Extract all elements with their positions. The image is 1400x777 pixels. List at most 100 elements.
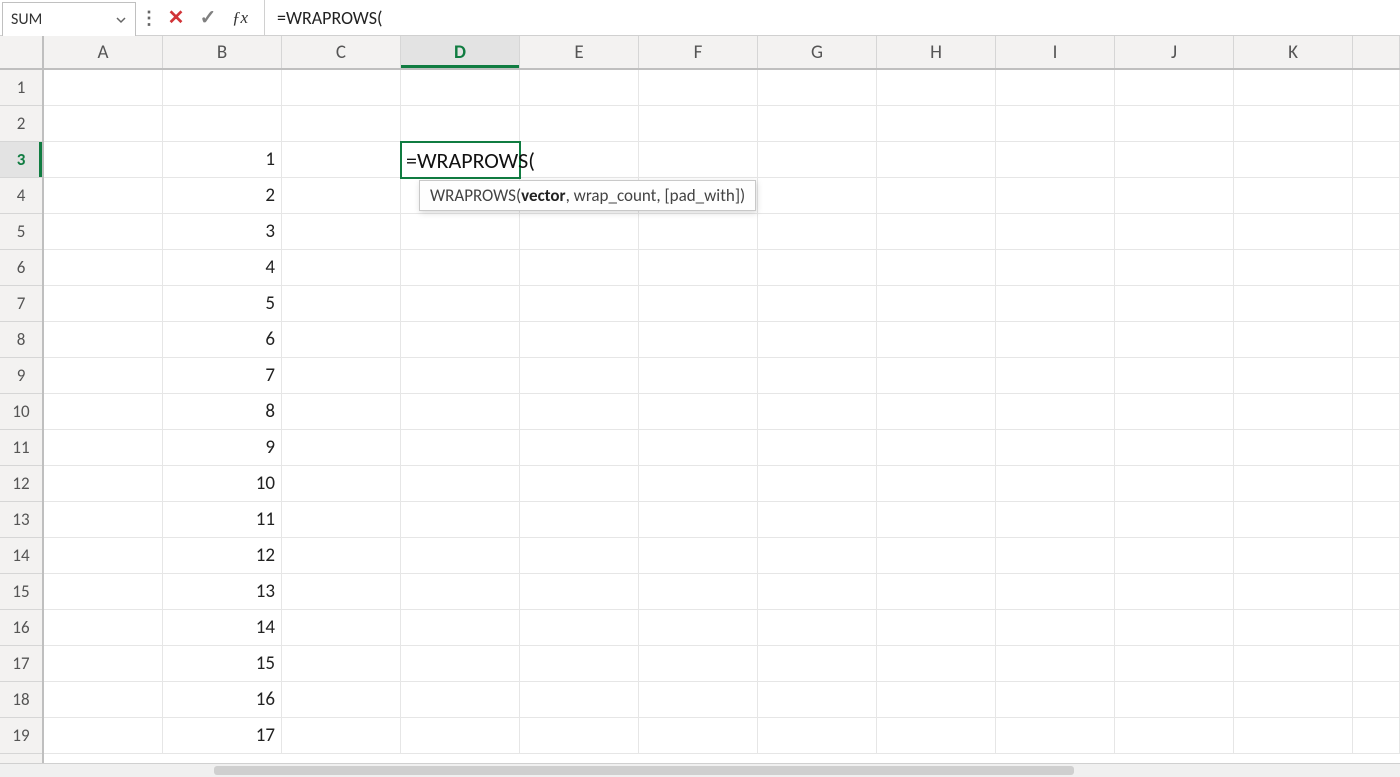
hscroll-track[interactable] [44, 766, 1400, 775]
cell-E17[interactable] [520, 646, 639, 682]
row-header-12[interactable]: 12 [0, 466, 42, 502]
cells-area[interactable]: 1234567891011121314151617 =WRAPROWS( WRA… [44, 70, 1400, 763]
cell-E2[interactable] [520, 106, 639, 142]
cell-B10[interactable]: 8 [163, 394, 282, 430]
cell-E7[interactable] [520, 286, 639, 322]
cell-G16[interactable] [758, 610, 877, 646]
cell-G18[interactable] [758, 682, 877, 718]
cell-A19[interactable] [44, 718, 163, 754]
cell-G7[interactable] [758, 286, 877, 322]
cell-I17[interactable] [996, 646, 1115, 682]
cell-C12[interactable] [282, 466, 401, 502]
row-header-8[interactable]: 8 [0, 322, 42, 358]
cell-C3[interactable] [282, 142, 401, 178]
cell-C15[interactable] [282, 574, 401, 610]
cell-A9[interactable] [44, 358, 163, 394]
cell-J8[interactable] [1115, 322, 1234, 358]
cell-I15[interactable] [996, 574, 1115, 610]
cell-A4[interactable] [44, 178, 163, 214]
cell-A11[interactable] [44, 430, 163, 466]
cell-G1[interactable] [758, 70, 877, 106]
cell-D9[interactable] [401, 358, 520, 394]
cell-E3[interactable] [520, 142, 639, 178]
cell-B3[interactable]: 1 [163, 142, 282, 178]
cell-C13[interactable] [282, 502, 401, 538]
cell-B14[interactable]: 12 [163, 538, 282, 574]
cell-B16[interactable]: 14 [163, 610, 282, 646]
cell-H4[interactable] [877, 178, 996, 214]
cell-D7[interactable] [401, 286, 520, 322]
cell-H10[interactable] [877, 394, 996, 430]
cell-F12[interactable] [639, 466, 758, 502]
cell-K16[interactable] [1234, 610, 1353, 646]
cell-A17[interactable] [44, 646, 163, 682]
cell-G15[interactable] [758, 574, 877, 610]
cell-D2[interactable] [401, 106, 520, 142]
column-header-G[interactable]: G [758, 36, 877, 68]
cell-B18[interactable]: 16 [163, 682, 282, 718]
cell-J19[interactable] [1115, 718, 1234, 754]
cell-C5[interactable] [282, 214, 401, 250]
cell-I11[interactable] [996, 430, 1115, 466]
hscroll-thumb[interactable] [214, 766, 1074, 775]
select-all-corner[interactable] [0, 36, 44, 68]
cell-C7[interactable] [282, 286, 401, 322]
cell-F17[interactable] [639, 646, 758, 682]
row-header-10[interactable]: 10 [0, 394, 42, 430]
row-header-3[interactable]: 3 [0, 142, 42, 178]
cell-C10[interactable] [282, 394, 401, 430]
cell-B4[interactable]: 2 [163, 178, 282, 214]
cell-J3[interactable] [1115, 142, 1234, 178]
cell-D13[interactable] [401, 502, 520, 538]
row-header-9[interactable]: 9 [0, 358, 42, 394]
row-header-18[interactable]: 18 [0, 682, 42, 718]
cell-I9[interactable] [996, 358, 1115, 394]
cell-A13[interactable] [44, 502, 163, 538]
cell-J5[interactable] [1115, 214, 1234, 250]
cell-B5[interactable]: 3 [163, 214, 282, 250]
cell-I12[interactable] [996, 466, 1115, 502]
cell-B2[interactable] [163, 106, 282, 142]
cell-D1[interactable] [401, 70, 520, 106]
cell-H12[interactable] [877, 466, 996, 502]
cell-K2[interactable] [1234, 106, 1353, 142]
cell-I3[interactable] [996, 142, 1115, 178]
cell-F7[interactable] [639, 286, 758, 322]
row-header-16[interactable]: 16 [0, 610, 42, 646]
column-header-J[interactable]: J [1115, 36, 1234, 68]
cell-J16[interactable] [1115, 610, 1234, 646]
cell-J15[interactable] [1115, 574, 1234, 610]
cell-E11[interactable] [520, 430, 639, 466]
cell-B12[interactable]: 10 [163, 466, 282, 502]
cell-H13[interactable] [877, 502, 996, 538]
cell-G10[interactable] [758, 394, 877, 430]
cell-G14[interactable] [758, 538, 877, 574]
cell-J4[interactable] [1115, 178, 1234, 214]
column-header-H[interactable]: H [877, 36, 996, 68]
cell-E1[interactable] [520, 70, 639, 106]
cell-H1[interactable] [877, 70, 996, 106]
cell-K18[interactable] [1234, 682, 1353, 718]
cell-I1[interactable] [996, 70, 1115, 106]
cell-D11[interactable] [401, 430, 520, 466]
cell-K19[interactable] [1234, 718, 1353, 754]
row-header-11[interactable]: 11 [0, 430, 42, 466]
cell-I4[interactable] [996, 178, 1115, 214]
cell-J1[interactable] [1115, 70, 1234, 106]
cell-I6[interactable] [996, 250, 1115, 286]
cell-H14[interactable] [877, 538, 996, 574]
cell-I5[interactable] [996, 214, 1115, 250]
cell-J12[interactable] [1115, 466, 1234, 502]
cell-G17[interactable] [758, 646, 877, 682]
cell-J6[interactable] [1115, 250, 1234, 286]
row-header-4[interactable]: 4 [0, 178, 42, 214]
cell-D8[interactable] [401, 322, 520, 358]
cell-H3[interactable] [877, 142, 996, 178]
cell-B8[interactable]: 6 [163, 322, 282, 358]
cell-A5[interactable] [44, 214, 163, 250]
cell-D5[interactable] [401, 214, 520, 250]
cell-C1[interactable] [282, 70, 401, 106]
cell-H18[interactable] [877, 682, 996, 718]
cell-E6[interactable] [520, 250, 639, 286]
cell-D18[interactable] [401, 682, 520, 718]
